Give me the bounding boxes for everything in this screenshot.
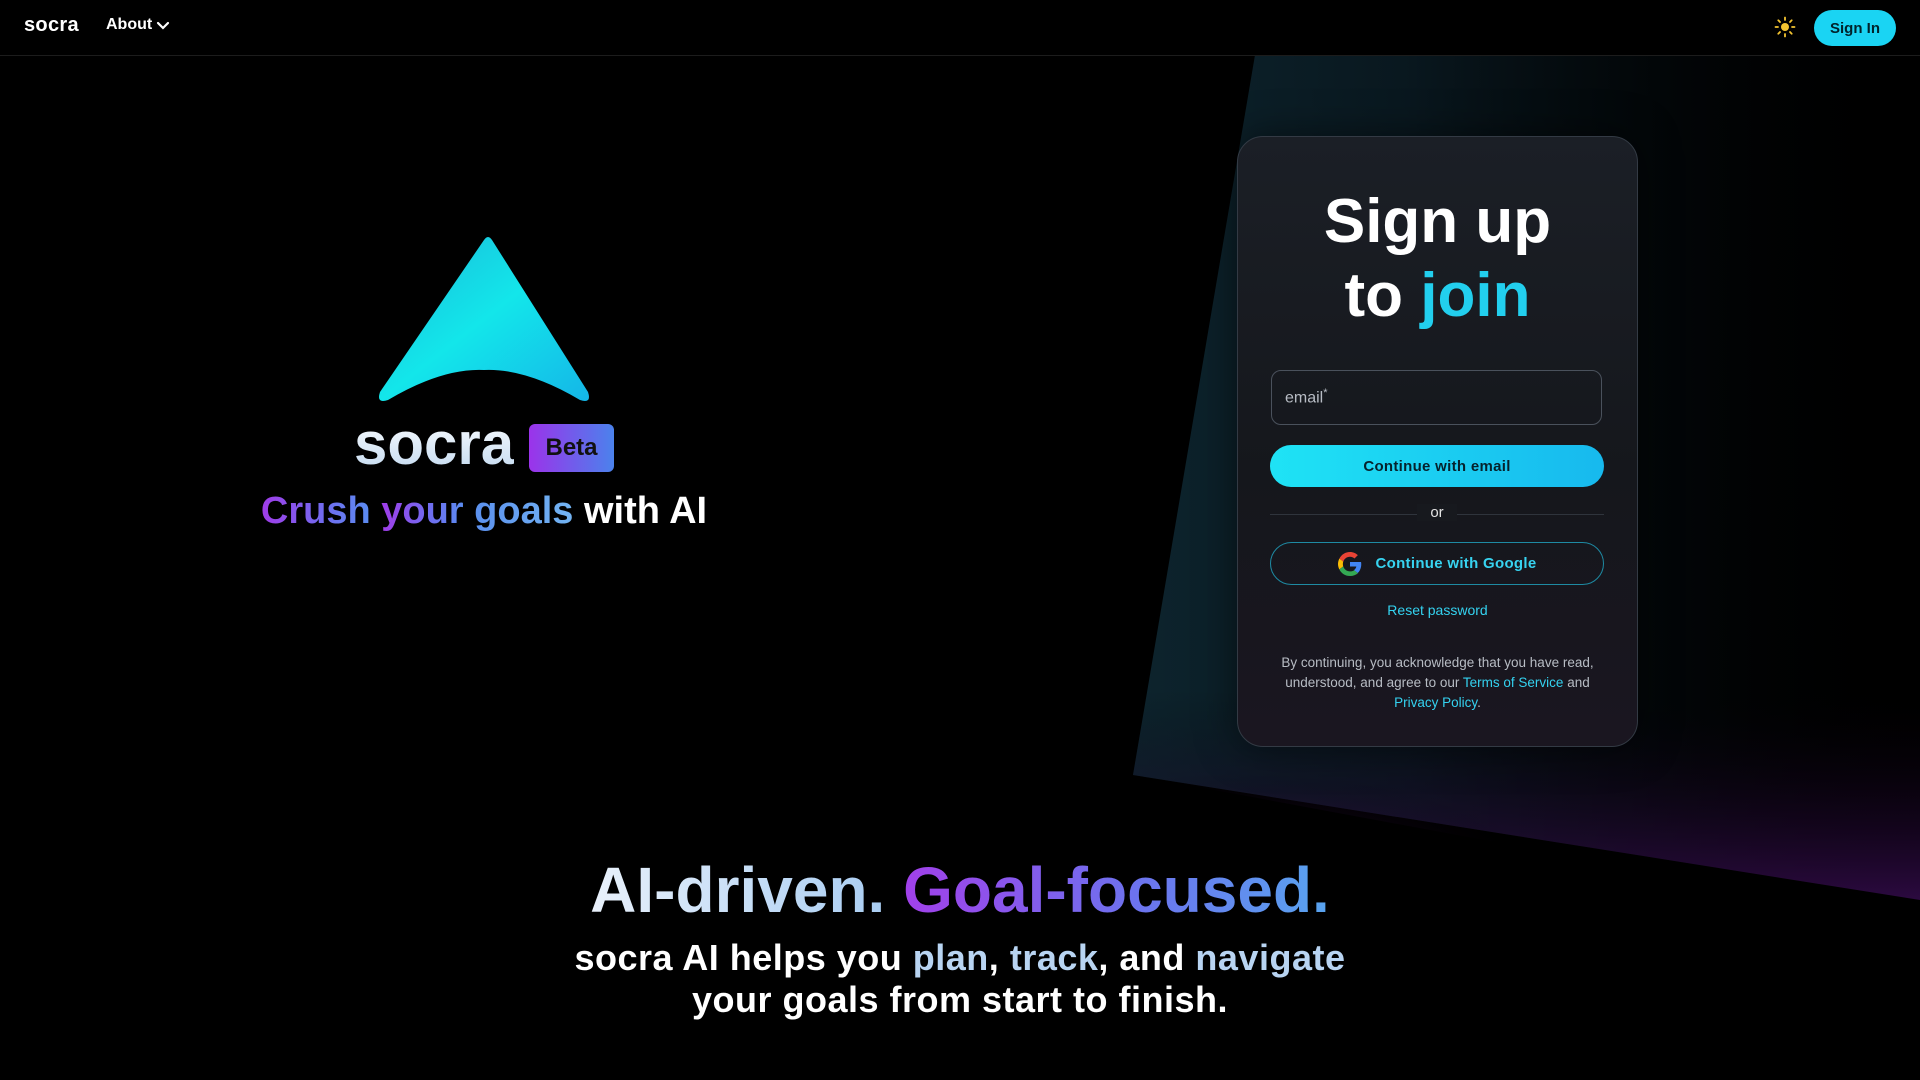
tagline-your: your	[381, 490, 464, 532]
tagline-crush: Crush	[260, 490, 371, 532]
sun-icon[interactable]	[1774, 16, 1796, 38]
headline-goal-focused: Goal-focused.	[903, 854, 1330, 926]
signup-card: Sign up to join email* Continue with ema…	[1237, 136, 1638, 747]
or-separator: or	[1417, 504, 1457, 521]
tagline-with-ai: with AI	[583, 490, 708, 532]
about-menu[interactable]: About	[106, 16, 170, 34]
tagline-goals: goals	[474, 490, 574, 532]
signup-title-to: to	[1344, 261, 1404, 330]
legal-notice: By continuing, you acknowledge that you …	[1268, 653, 1607, 713]
socra-arrow-logo	[379, 237, 589, 401]
sub-track: track	[1009, 937, 1099, 978]
chevron-down-icon	[157, 21, 170, 30]
required-mark: *	[1323, 387, 1328, 399]
about-menu-label: About	[106, 16, 153, 33]
privacy-policy-link[interactable]: Privacy Policy	[1394, 695, 1477, 710]
reset-password-link[interactable]: Reset password	[1238, 602, 1637, 618]
terms-of-service-link[interactable]: Terms of Service	[1463, 675, 1564, 690]
email-field[interactable]: email*	[1271, 370, 1602, 425]
section-subheadline: socra AI helps you plan, track, and navi…	[0, 937, 1920, 1021]
signup-title-line1: Sign up	[1323, 187, 1552, 256]
hero-tagline: Crush your goals with AI	[0, 490, 968, 533]
signup-title-line2: to join	[1238, 259, 1637, 333]
section-headline: AI-driven. Goal-focused.	[0, 852, 1920, 928]
signup-title: Sign up to join	[1238, 185, 1637, 333]
email-field-label: email*	[1285, 387, 1328, 407]
subheadline-line1: socra AI helps you plan, track, and navi…	[574, 937, 1346, 978]
hero-logo-name: socra	[354, 404, 514, 484]
google-button-label: Continue with Google	[1375, 555, 1537, 572]
legal-period: .	[1477, 695, 1481, 710]
continue-with-google-button[interactable]: Continue with Google	[1270, 542, 1604, 585]
signup-title-join: join	[1420, 261, 1531, 330]
continue-with-email-button[interactable]: Continue with email	[1270, 445, 1604, 487]
sub-navigate: navigate	[1195, 937, 1346, 978]
beta-badge: Beta	[529, 424, 614, 472]
brand-logo-text[interactable]: socra	[24, 14, 79, 37]
sign-in-button[interactable]: Sign In	[1814, 10, 1896, 46]
top-navigation-bar: socra About Sign In	[0, 0, 1920, 56]
legal-and: and	[1567, 675, 1590, 690]
subheadline-line2: your goals from start to finish.	[691, 979, 1229, 1020]
headline-ai-driven: AI-driven.	[590, 854, 886, 926]
sub-plan: plan	[912, 937, 989, 978]
google-icon	[1337, 551, 1361, 576]
